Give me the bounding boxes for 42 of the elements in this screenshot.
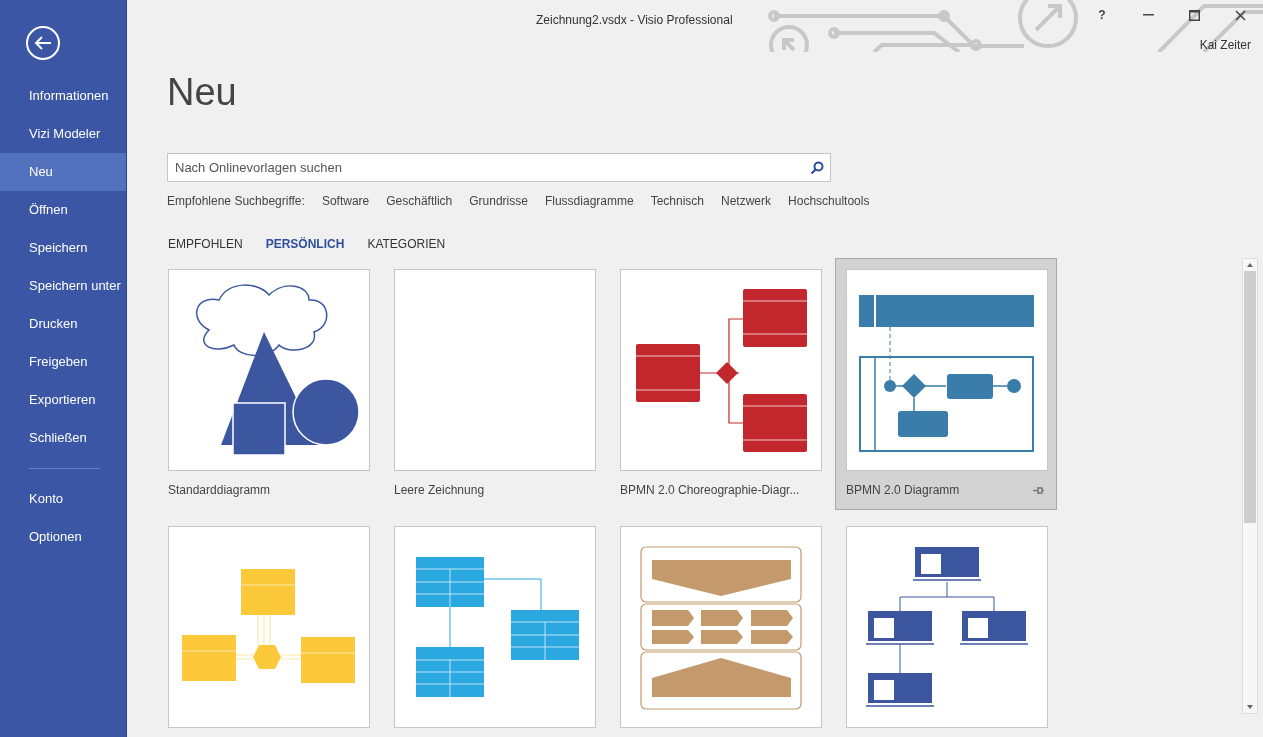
suggestion-link[interactable]: Geschäftlich — [386, 192, 453, 210]
template-label: Standarddiagramm — [168, 482, 271, 499]
template-label: BPMN 2.0 Diagramm — [846, 482, 960, 499]
back-button[interactable] — [26, 26, 60, 60]
suggestion-link[interactable]: Hochschultools — [788, 192, 870, 210]
window-title: Zeichnung2.vsdx - Visio Professional — [536, 12, 733, 29]
help-button[interactable]: ? — [1079, 0, 1125, 30]
sidebar-item[interactable]: Drucken — [0, 305, 126, 343]
sidebar-item[interactable]: Exportieren — [0, 381, 126, 419]
sidebar-item[interactable]: Neu — [0, 153, 126, 191]
sidebar-item[interactable]: Konto — [0, 480, 126, 518]
template-label: Leere Zeichnung — [394, 482, 485, 499]
close-icon — [1234, 9, 1246, 21]
sidebar-item[interactable]: Optionen — [0, 518, 126, 556]
scrollbar[interactable] — [1242, 258, 1258, 714]
sidebar-item[interactable]: Schließen — [0, 419, 126, 457]
suggestion-link[interactable]: Technisch — [650, 192, 705, 210]
sidebar-item[interactable]: Vizi Modeler — [0, 115, 126, 153]
search-icon[interactable] — [810, 160, 824, 175]
category-tab[interactable]: PERSÖNLICH — [265, 235, 345, 251]
suggestion-link[interactable]: Flussdiagramme — [544, 192, 634, 210]
suggestions-label: Empfohlene Suchbegriffe: — [167, 193, 305, 210]
category-tab[interactable]: EMPFOHLEN — [168, 235, 243, 251]
pin-icon[interactable] — [1033, 485, 1044, 495]
sidebar-item[interactable]: Freigeben — [0, 343, 126, 381]
search-input[interactable]: Nach Onlinevorlagen suchen — [175, 157, 810, 178]
minimize-icon — [1142, 14, 1154, 16]
sidebar-item[interactable]: Informationen — [0, 77, 126, 115]
maximize-icon — [1188, 9, 1200, 21]
category-tab[interactable]: KATEGORIEN — [367, 235, 446, 251]
template-label: BPMN 2.0 Choreographie-Diagr... — [620, 482, 800, 499]
sidebar-item[interactable]: Öffnen — [0, 191, 126, 229]
search-field[interactable]: Nach Onlinevorlagen suchen — [167, 153, 831, 182]
sidebar-item[interactable]: Speichern — [0, 229, 126, 267]
page-title: Neu — [167, 73, 237, 111]
template-card[interactable]: BPMN 2.0 Diagramm — [835, 258, 1057, 510]
sidebar-item[interactable]: Speichern unter — [0, 267, 126, 305]
user-name[interactable]: Kai Zeiter — [1199, 36, 1251, 54]
suggestion-link[interactable]: Grundrisse — [469, 192, 528, 210]
suggestion-link[interactable]: Software — [321, 192, 370, 210]
back-arrow-icon — [34, 35, 52, 51]
suggestion-link[interactable]: Netzwerk — [721, 192, 772, 210]
